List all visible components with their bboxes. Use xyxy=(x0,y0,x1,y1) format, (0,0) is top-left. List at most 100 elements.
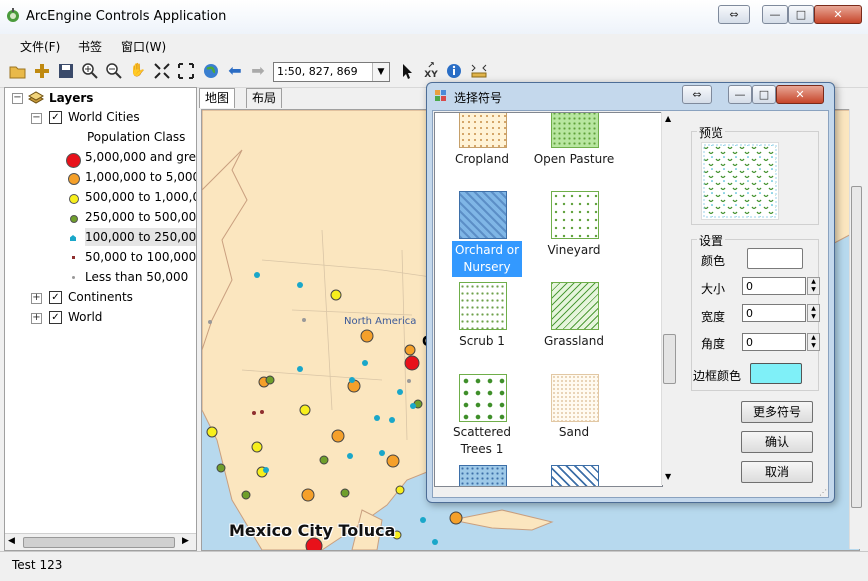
pan-icon[interactable]: ✋ xyxy=(129,62,147,80)
legend-label: 500,000 to 1,000,000 xyxy=(85,190,196,204)
resize-grip-icon[interactable]: ⋰ xyxy=(819,488,827,497)
width-input[interactable]: 0 xyxy=(742,304,806,322)
symbol-swatch[interactable] xyxy=(551,465,599,486)
dialog-maximize-button[interactable]: □ xyxy=(752,85,776,104)
fixed-zoom-out-icon[interactable] xyxy=(177,62,195,80)
symbol-swatch[interactable] xyxy=(459,113,507,148)
width-spinner[interactable]: ▲ ▼ xyxy=(807,304,820,322)
symbol-label[interactable]: Sand xyxy=(529,424,619,441)
color-swatch-button[interactable] xyxy=(747,248,803,269)
legend-symbol xyxy=(70,215,78,223)
full-extent-icon[interactable] xyxy=(202,62,220,80)
scroll-down-icon[interactable]: ▼ xyxy=(665,472,671,481)
map-scale-combobox[interactable]: 1:50, 827, 869 ▼ xyxy=(273,62,390,82)
toc-horizontal-scrollbar[interactable]: ◀ ▶ xyxy=(5,533,196,550)
scroll-left-icon[interactable]: ◀ xyxy=(8,536,15,546)
preview-label: 预览 xyxy=(697,124,726,141)
symbol-swatch[interactable] xyxy=(459,374,507,422)
width-label: 宽度 xyxy=(701,310,726,324)
symbol-label[interactable]: Cropland xyxy=(437,151,527,168)
symbol-label[interactable]: Grassland xyxy=(529,333,619,350)
layer-continents[interactable]: Continents xyxy=(68,288,133,306)
chevron-down-icon[interactable]: ▼ xyxy=(372,63,389,81)
layer-checkbox[interactable]: ✓ xyxy=(49,311,62,324)
identify-icon[interactable] xyxy=(445,62,463,80)
collapse-icon[interactable]: − xyxy=(31,113,42,124)
symbol-label[interactable]: Scrub 1 xyxy=(437,333,527,350)
legend-label: 250,000 to 500,000 xyxy=(85,210,197,224)
fixed-zoom-in-icon[interactable] xyxy=(153,62,171,80)
symbol-label-selected[interactable]: Orchard or Nursery xyxy=(442,242,532,276)
legend-symbol xyxy=(70,235,76,241)
layer-checkbox[interactable]: ✓ xyxy=(49,111,62,124)
dialog-icon xyxy=(434,89,448,103)
expand-icon[interactable]: + xyxy=(31,313,42,324)
map-vertical-scrollbar[interactable] xyxy=(849,109,862,549)
dialog-minimize-button[interactable]: — xyxy=(728,85,752,104)
legend-symbol xyxy=(72,256,75,259)
dialog-close-button[interactable]: ✕ xyxy=(776,85,824,104)
size-spinner[interactable]: ▲ ▼ xyxy=(807,277,820,295)
tab-map[interactable]: 地图 xyxy=(199,88,236,108)
symbol-list[interactable]: Cropland Open Pasture Orchard or Nursery… xyxy=(434,112,663,487)
angle-spinner[interactable]: ▲ ▼ xyxy=(807,333,820,351)
back-icon[interactable]: ⬅ xyxy=(226,62,244,80)
ok-button[interactable]: 确认 xyxy=(741,431,813,453)
cancel-button[interactable]: 取消 xyxy=(741,461,813,483)
symbol-preview xyxy=(701,142,779,220)
layers-root-label[interactable]: Layers xyxy=(49,89,93,107)
border-color-label: 边框颜色 xyxy=(693,369,742,383)
close-button[interactable]: ✕ xyxy=(814,5,862,24)
minimize-button[interactable]: — xyxy=(762,5,788,24)
menu-window[interactable]: 窗口(W) xyxy=(121,38,166,55)
restore-swap-button[interactable]: ⇔ xyxy=(718,5,750,24)
more-symbols-button[interactable]: 更多符号 xyxy=(741,401,813,423)
zoom-in-icon[interactable] xyxy=(81,62,99,80)
select-arrow-icon[interactable] xyxy=(398,62,416,80)
layer-checkbox[interactable]: ✓ xyxy=(49,291,62,304)
menu-bar: 文件(F) 书签 窗口(W) xyxy=(0,34,868,56)
tab-layout[interactable]: 布局 xyxy=(246,88,283,108)
border-color-swatch-button[interactable] xyxy=(750,363,802,384)
scroll-thumb[interactable] xyxy=(663,334,676,384)
menu-file[interactable]: 文件(F) xyxy=(20,38,60,55)
symbol-swatch[interactable] xyxy=(551,191,599,239)
layer-world-cities[interactable]: World Cities xyxy=(68,108,140,126)
add-data-icon[interactable] xyxy=(33,62,51,80)
scroll-thumb[interactable] xyxy=(851,186,862,508)
maximize-button[interactable]: □ xyxy=(788,5,814,24)
symbol-swatch[interactable] xyxy=(551,282,599,330)
symbol-swatch[interactable] xyxy=(459,465,507,486)
menu-bookmarks[interactable]: 书签 xyxy=(78,38,102,55)
scroll-thumb[interactable] xyxy=(23,537,175,548)
color-label: 颜色 xyxy=(701,254,726,268)
app-icon xyxy=(5,8,21,24)
status-text: Test 123 xyxy=(12,558,63,572)
size-input[interactable]: 0 xyxy=(742,277,806,295)
angle-input[interactable]: 0 xyxy=(742,333,806,351)
zoom-out-icon[interactable] xyxy=(105,62,123,80)
legend-symbol xyxy=(69,194,79,204)
symbol-label[interactable]: Open Pasture xyxy=(529,151,619,168)
collapse-icon[interactable]: − xyxy=(12,93,23,104)
layer-world[interactable]: World xyxy=(68,308,102,326)
symbol-swatch[interactable] xyxy=(459,191,507,239)
xy-icon[interactable]: ↗ XY xyxy=(422,62,440,80)
save-icon[interactable] xyxy=(57,62,75,80)
map-region-label: North America xyxy=(344,316,417,327)
forward-icon[interactable]: ➡ xyxy=(249,62,267,80)
scroll-up-icon[interactable]: ▲ xyxy=(665,114,671,123)
dialog-body: Cropland Open Pasture Orchard or Nursery… xyxy=(432,110,829,498)
status-bar: Test 123 xyxy=(0,551,868,581)
symbol-swatch[interactable] xyxy=(551,374,599,422)
symbol-swatch[interactable] xyxy=(551,113,599,148)
open-folder-icon[interactable] xyxy=(9,62,27,80)
measure-icon[interactable] xyxy=(470,62,488,80)
symbol-swatch[interactable] xyxy=(459,282,507,330)
expand-icon[interactable]: + xyxy=(31,293,42,304)
dialog-swap-button[interactable]: ⇔ xyxy=(682,85,712,104)
symbol-label[interactable]: Scattered Trees 1 xyxy=(437,424,527,458)
scroll-right-icon[interactable]: ▶ xyxy=(182,536,189,546)
symbol-label[interactable]: Vineyard xyxy=(529,242,619,259)
symbol-list-scrollbar[interactable]: ▲ ▼ xyxy=(661,112,677,485)
